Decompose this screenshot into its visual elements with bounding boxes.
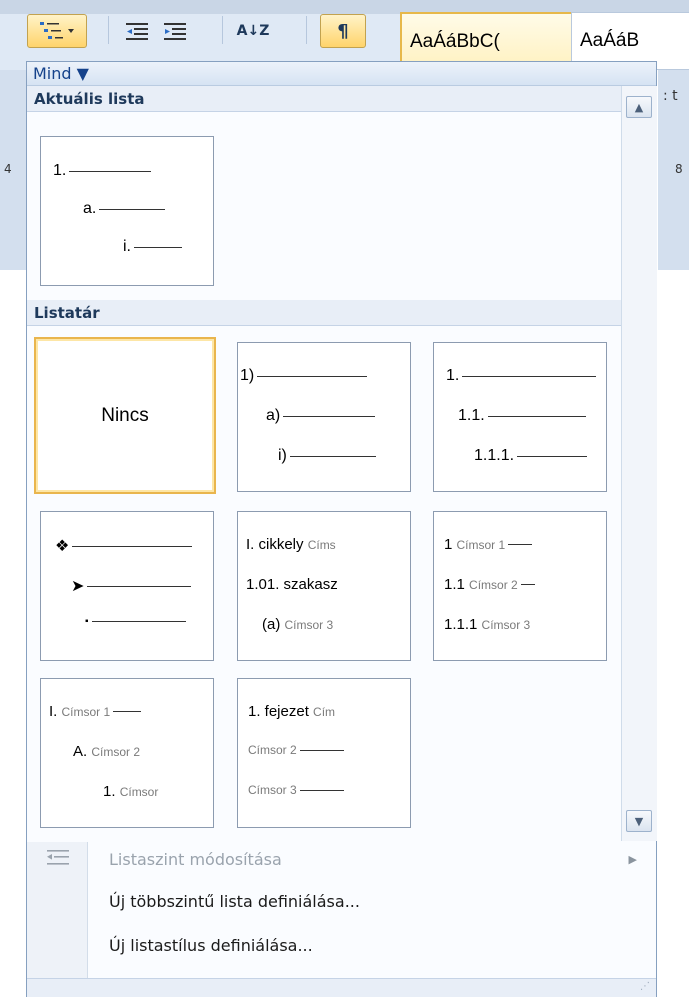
list-tile-paren-numbering[interactable]: 1) a) i) xyxy=(237,342,411,492)
ribbon-separator xyxy=(306,16,307,44)
current-list-header: Aktuális lista xyxy=(27,86,621,112)
change-list-level-icon xyxy=(47,850,69,865)
scroll-up-button[interactable]: ▲ xyxy=(626,96,652,118)
sort-button[interactable]: A↓Z xyxy=(232,14,274,48)
multilevel-list-button[interactable] xyxy=(27,14,87,48)
decrease-indent-button[interactable] xyxy=(118,14,156,48)
list-tile-heading-roman[interactable]: I. Címsor 1 A. Címsor 2 1. Címsor xyxy=(40,678,214,828)
menu-icon-column xyxy=(27,842,88,996)
define-multilevel-list-item[interactable]: Új többszintű lista definiálása... xyxy=(89,886,649,918)
resize-grip[interactable]: ⋰ xyxy=(27,978,656,997)
multilevel-list-dropdown: Mind ▼ Aktuális lista 1. a. i. Listatár … xyxy=(26,61,657,997)
current-list-tile[interactable]: 1. a. i. xyxy=(40,136,214,286)
pilcrow-icon: ¶ xyxy=(337,20,349,42)
decrease-indent-icon xyxy=(126,23,148,40)
list-tile-article-section[interactable]: I. cikkely Címs 1.01. szakasz (a) Címsor… xyxy=(237,511,411,661)
increase-indent-icon xyxy=(164,23,186,40)
list-tile-bullets[interactable]: ❖ ➤ ▪ xyxy=(40,511,214,661)
diamond-bullet-icon: ❖ xyxy=(55,538,70,555)
define-list-style-item[interactable]: Új listastílus definiálása... xyxy=(89,930,649,962)
ribbon: A↓Z ¶ AaÁáBbC( AaÁáB xyxy=(0,0,689,72)
submenu-arrow-icon: ▶ xyxy=(628,853,637,866)
list-tile-chapter[interactable]: 1. fejezet Cím Címsor 2 Címsor 3 xyxy=(237,678,411,828)
list-tile-none[interactable]: Nincs xyxy=(34,337,216,494)
ribbon-separator xyxy=(222,16,223,44)
partial-text: : t xyxy=(663,88,678,104)
list-tile-heading-decimal[interactable]: 1 Címsor 1 1.1 Címsor 2 1.1.1 Címsor 3 xyxy=(433,511,607,661)
scroll-down-button[interactable]: ▼ xyxy=(626,810,652,832)
triangle-up-icon: ▲ xyxy=(634,100,644,114)
ruler-mark: 4 xyxy=(4,162,12,176)
increase-indent-button[interactable] xyxy=(156,14,194,48)
menu-commands: Listaszint módosítása ▶ Új többszintű li… xyxy=(27,842,656,997)
resize-grip-icon: ⋰ xyxy=(640,981,650,992)
filter-dropdown[interactable]: Mind ▼ xyxy=(27,62,656,86)
change-list-level-item[interactable]: Listaszint módosítása ▶ xyxy=(89,844,649,876)
ribbon-separator xyxy=(108,16,109,44)
multilevel-list-icon xyxy=(40,22,74,39)
list-library-header: Listatár xyxy=(27,300,621,326)
list-tile-decimal-outline[interactable]: 1. 1.1. 1.1.1. xyxy=(433,342,607,492)
triangle-down-icon: ▼ xyxy=(634,814,644,828)
gallery-scrollbar[interactable]: ▲ ▼ xyxy=(621,86,657,841)
arrow-bullet-icon: ➤ xyxy=(71,578,85,595)
square-bullet-icon: ▪ xyxy=(85,616,89,627)
sort-icon: A↓Z xyxy=(236,23,270,39)
ruler-mark: 8 xyxy=(675,162,683,176)
show-formatting-button[interactable]: ¶ xyxy=(320,14,366,48)
